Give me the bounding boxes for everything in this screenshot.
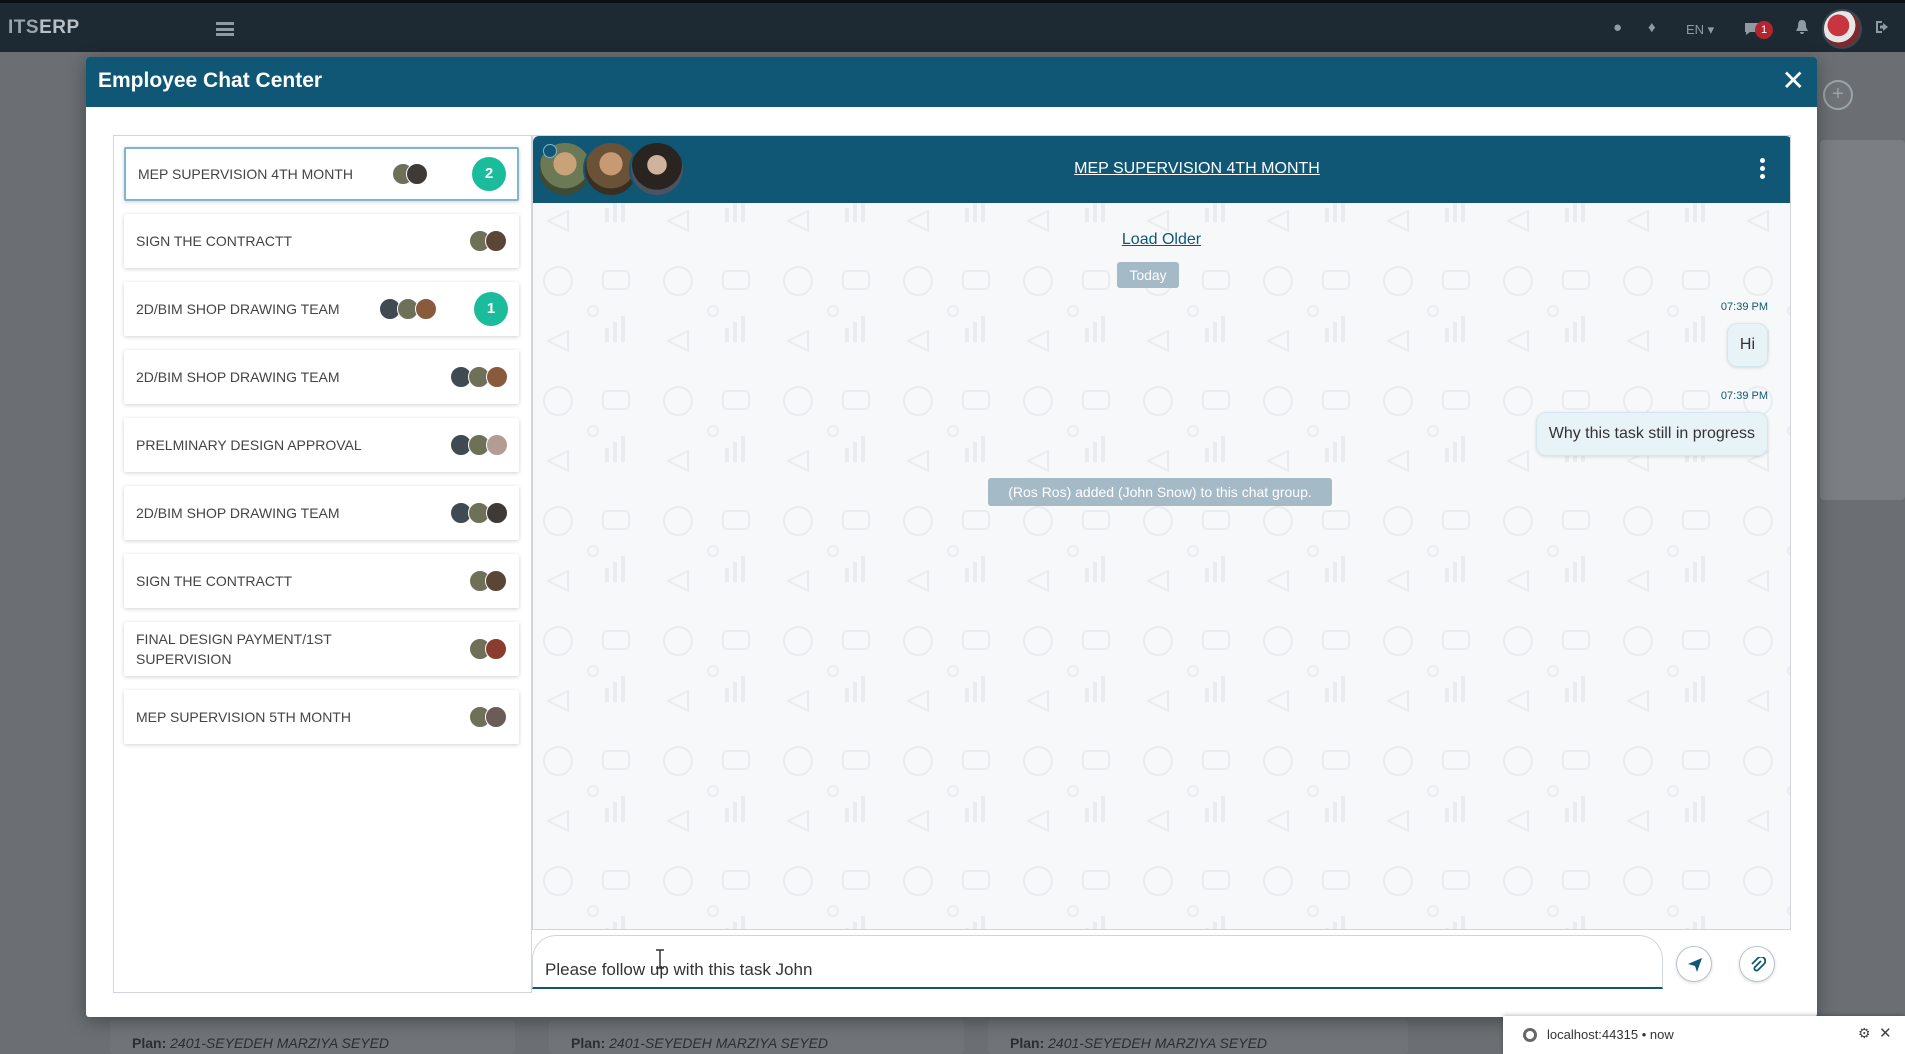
plan-label: Plan: — [1010, 1035, 1045, 1051]
member-avatar — [485, 706, 507, 728]
text-cursor-icon — [656, 949, 664, 969]
chat-title[interactable]: MEP SUPERVISION 4TH MONTH — [997, 160, 1397, 178]
conversation-name: MEP SUPERVISION 5TH MONTH — [136, 709, 351, 725]
member-avatar — [486, 434, 508, 456]
close-icon[interactable]: ✕ — [1879, 1024, 1892, 1042]
message-time: 07:39 PM — [1720, 301, 1768, 313]
conversation-item[interactable]: MEP SUPERVISION 5TH MONTH — [124, 690, 519, 744]
toast-time: now — [1649, 1027, 1674, 1042]
send-button[interactable] — [1676, 946, 1712, 982]
droplet-icon[interactable]: ♦ — [1648, 19, 1656, 36]
language-selector[interactable]: EN ▾ — [1686, 22, 1714, 38]
member-avatars — [469, 706, 509, 728]
close-icon[interactable]: ✕ — [1782, 65, 1805, 97]
member-avatar — [486, 502, 508, 524]
message-bubble: Hi — [1726, 323, 1768, 367]
more-options-icon[interactable] — [1760, 158, 1766, 180]
member-avatar — [486, 366, 508, 388]
modal-title: Employee Chat Center — [98, 69, 323, 92]
conversation-name: 2D/BIM SHOP DRAWING TEAM — [136, 301, 340, 317]
notification-toast[interactable]: localhost:44315 • now ⚙ ✕ — [1503, 1016, 1905, 1054]
brand-prefix: ITS — [8, 17, 40, 38]
gear-icon[interactable]: ⚙ — [1858, 1025, 1871, 1042]
message-input-value: Please follow up with this task John — [545, 960, 813, 979]
chat-center-modal: Employee Chat Center ✕ MEP SUPERVISION 4… — [86, 57, 1817, 1017]
plan-text: Plan: 2401-SEYEDEH MARZIYA SEYED — [1010, 1035, 1267, 1051]
conversation-item[interactable]: 2D/BIM SHOP DRAWING TEAM — [124, 486, 519, 540]
conversation-name: FINAL DESIGN PAYMENT/1ST SUPERVISION — [136, 631, 332, 667]
member-avatars — [450, 366, 510, 388]
conversation-item[interactable]: SIGN THE CONTRACTT — [124, 214, 519, 268]
plan-card: Plan: 2401-SEYEDEH MARZIYA SEYED — [110, 1020, 515, 1054]
plan-label: Plan: — [571, 1035, 606, 1051]
paperclip-icon — [1751, 957, 1766, 972]
message-bubble: Why this task still in progress — [1535, 412, 1768, 456]
verified-icon — [543, 144, 557, 158]
member-avatar — [485, 230, 507, 252]
member-avatars — [392, 163, 436, 185]
message-input[interactable]: Please follow up with this task John — [532, 935, 1663, 989]
conversation-name: MEP SUPERVISION 4TH MONTH — [138, 166, 353, 182]
plan-value: 2401-SEYEDEH MARZIYA SEYED — [609, 1035, 829, 1051]
menu-toggle-icon[interactable] — [216, 22, 234, 36]
toast-host: localhost:44315 — [1547, 1027, 1639, 1042]
member-avatar — [485, 570, 507, 592]
plan-label: Plan: — [132, 1035, 167, 1051]
conversation-list: MEP SUPERVISION 4TH MONTH 2 SIGN THE CON… — [113, 135, 532, 993]
toast-separator: • — [1641, 1027, 1647, 1042]
member-avatars — [450, 502, 510, 524]
system-message: (Ros Ros) added (John Snow) to this chat… — [988, 478, 1332, 506]
conversation-name: 2D/BIM SHOP DRAWING TEAM — [136, 369, 340, 385]
member-avatar — [485, 638, 507, 660]
user-avatar[interactable] — [1822, 9, 1862, 49]
member-avatars — [379, 298, 439, 320]
member-avatars — [469, 230, 509, 252]
member-avatars — [450, 434, 510, 456]
add-icon[interactable]: + — [1823, 80, 1853, 110]
member-avatar — [406, 163, 428, 185]
toast-text: localhost:44315 • now — [1547, 1027, 1674, 1042]
unread-count-badge: 1 — [474, 292, 508, 326]
plan-text: Plan: 2401-SEYEDEH MARZIYA SEYED — [571, 1035, 828, 1051]
conversation-name: SIGN THE CONTRACTT — [136, 233, 293, 249]
date-separator: Today — [1117, 262, 1179, 288]
logout-icon[interactable] — [1874, 19, 1890, 39]
conversation-item[interactable]: 2D/BIM SHOP DRAWING TEAM — [124, 350, 519, 404]
top-navbar: ITSERP ● ♦ EN ▾ 1 — [0, 0, 1905, 52]
plan-value: 2401-SEYEDEH MARZIYA SEYED — [170, 1035, 390, 1051]
check-circle-icon[interactable]: ● — [1613, 19, 1622, 36]
conversation-name: SIGN THE CONTRACTT — [136, 573, 293, 589]
member-avatar — [629, 141, 685, 197]
attach-button[interactable] — [1739, 946, 1775, 982]
conversation-item[interactable]: 2D/BIM SHOP DRAWING TEAM 1 — [124, 282, 519, 336]
chat-count-badge: 1 — [1755, 21, 1773, 39]
conversation-item[interactable]: PRELMINARY DESIGN APPROVAL — [124, 418, 519, 472]
member-avatar — [415, 298, 437, 320]
plan-card: Plan: 2401-SEYEDEH MARZIYA SEYED — [988, 1020, 1408, 1054]
send-icon — [1688, 958, 1702, 972]
chat-header: MEP SUPERVISION 4TH MONTH — [533, 136, 1790, 203]
member-avatars — [469, 638, 509, 660]
conversation-item[interactable]: SIGN THE CONTRACTT — [124, 554, 519, 608]
bell-icon[interactable] — [1795, 19, 1809, 39]
chrome-icon — [1523, 1028, 1537, 1042]
modal-header: Employee Chat Center ✕ — [86, 57, 1817, 107]
chat-wallpaper — [533, 136, 1790, 929]
chat-panel: MEP SUPERVISION 4TH MONTH Load Older Tod… — [532, 135, 1791, 930]
plan-card: Plan: 2401-SEYEDEH MARZIYA SEYED — [549, 1020, 964, 1054]
conversation-name: PRELMINARY DESIGN APPROVAL — [136, 437, 362, 453]
app-logo[interactable]: ITSERP — [8, 17, 80, 39]
message-time: 07:39 PM — [1720, 390, 1768, 402]
load-older-link[interactable]: Load Older — [533, 231, 1790, 249]
conversation-item[interactable]: FINAL DESIGN PAYMENT/1ST SUPERVISION — [124, 622, 519, 676]
unread-count-badge: 2 — [472, 157, 506, 191]
conversation-item[interactable]: MEP SUPERVISION 4TH MONTH 2 — [124, 147, 519, 201]
member-avatars — [469, 570, 509, 592]
brand-suffix: ERP — [39, 17, 80, 38]
plan-text: Plan: 2401-SEYEDEH MARZIYA SEYED — [132, 1035, 389, 1051]
conversation-name: 2D/BIM SHOP DRAWING TEAM — [136, 505, 340, 521]
plan-value: 2401-SEYEDEH MARZIYA SEYED — [1048, 1035, 1268, 1051]
background-card — [1820, 140, 1905, 500]
